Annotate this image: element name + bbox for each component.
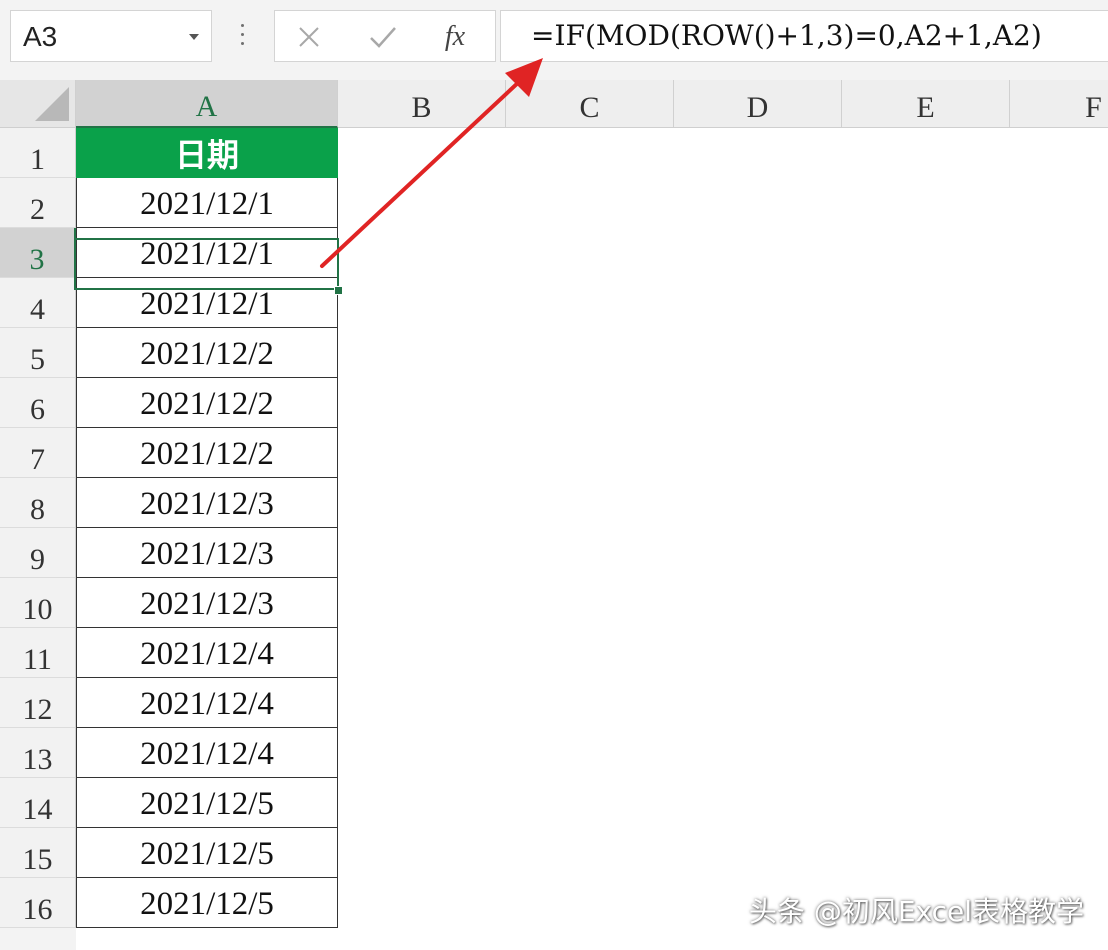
select-all-icon xyxy=(35,87,69,121)
row-header-12[interactable]: 12 xyxy=(0,678,76,728)
cell-a3[interactable]: 2021/12/1 xyxy=(76,228,338,278)
cell-a13[interactable]: 2021/12/4 xyxy=(76,728,338,778)
column-header-e[interactable]: E xyxy=(842,80,1010,128)
formula-input[interactable]: =IF(MOD(ROW()+1,3)=0,A2+1,A2) xyxy=(500,10,1108,62)
cell-a14[interactable]: 2021/12/5 xyxy=(76,778,338,828)
formula-bar: A3 fx =IF(MOD(ROW()+1,3)=0,A2+1,A2) xyxy=(0,0,1108,80)
column-header-a[interactable]: A xyxy=(76,80,338,128)
grip-dots-icon[interactable] xyxy=(241,24,245,50)
chevron-down-icon[interactable] xyxy=(189,34,199,40)
excel-window: A3 fx =IF(MOD(ROW()+1,3)=0,A2+1,A2) A B … xyxy=(0,0,1108,950)
row-header-15[interactable]: 15 xyxy=(0,828,76,878)
insert-function-button[interactable]: fx xyxy=(435,19,475,55)
row-header-5[interactable]: 5 xyxy=(0,328,76,378)
column-header-b[interactable]: B xyxy=(338,80,506,128)
cell-a10[interactable]: 2021/12/3 xyxy=(76,578,338,628)
name-box-value: A3 xyxy=(23,21,58,52)
row-header-9[interactable]: 9 xyxy=(0,528,76,578)
watermark: 头条 @初风Excel表格教学 xyxy=(748,895,1084,928)
cell-a15[interactable]: 2021/12/5 xyxy=(76,828,338,878)
fill-handle[interactable] xyxy=(334,286,343,295)
row-header-13[interactable]: 13 xyxy=(0,728,76,778)
enter-button[interactable] xyxy=(363,19,403,55)
row-header-16[interactable]: 16 xyxy=(0,878,76,928)
row-header-7[interactable]: 7 xyxy=(0,428,76,478)
column-header-c[interactable]: C xyxy=(506,80,674,128)
cell-a7[interactable]: 2021/12/2 xyxy=(76,428,338,478)
row-header-2[interactable]: 2 xyxy=(0,178,76,228)
cell-a16[interactable]: 2021/12/5 xyxy=(76,878,338,928)
row-header-3[interactable]: 3 xyxy=(0,228,76,278)
row-header-11[interactable]: 11 xyxy=(0,628,76,678)
cancel-button[interactable] xyxy=(289,19,329,55)
row-header-4[interactable]: 4 xyxy=(0,278,76,328)
worksheet-grid: A B C D E F 1 2 3 4 5 6 7 8 9 10 11 12 13 14 15 16 日期 20… xyxy=(0,80,1108,950)
formula-text: =IF(MOD(ROW()+1,3)=0,A2+1,A2) xyxy=(531,19,1042,52)
cell-a4[interactable]: 2021/12/1 xyxy=(76,278,338,328)
cell-a11[interactable]: 2021/12/4 xyxy=(76,628,338,678)
cell-a12[interactable]: 2021/12/4 xyxy=(76,678,338,728)
fx-icon: fx xyxy=(444,21,466,52)
row-header-6[interactable]: 6 xyxy=(0,378,76,428)
formula-buttons: fx xyxy=(274,10,496,62)
row-header-14[interactable]: 14 xyxy=(0,778,76,828)
row-header-8[interactable]: 8 xyxy=(0,478,76,528)
column-header-d[interactable]: D xyxy=(674,80,842,128)
header-cell-date[interactable]: 日期 xyxy=(76,128,338,179)
select-all-button[interactable] xyxy=(0,80,76,128)
cell-a2[interactable]: 2021/12/1 xyxy=(76,178,338,228)
sheet-body[interactable]: 日期 2021/12/1 2021/12/1 2021/12/1 2021/12/2 20… xyxy=(76,128,1108,950)
name-box[interactable]: A3 xyxy=(10,10,212,62)
cell-a6[interactable]: 2021/12/2 xyxy=(76,378,338,428)
cell-a5[interactable]: 2021/12/2 xyxy=(76,328,338,378)
column-header-f[interactable]: F xyxy=(1010,80,1108,128)
row-header-10[interactable]: 10 xyxy=(0,578,76,628)
cell-a8[interactable]: 2021/12/3 xyxy=(76,478,338,528)
row-header-1[interactable]: 1 xyxy=(0,128,76,178)
cell-a9[interactable]: 2021/12/3 xyxy=(76,528,338,578)
close-icon xyxy=(299,27,319,47)
check-icon xyxy=(370,27,396,48)
